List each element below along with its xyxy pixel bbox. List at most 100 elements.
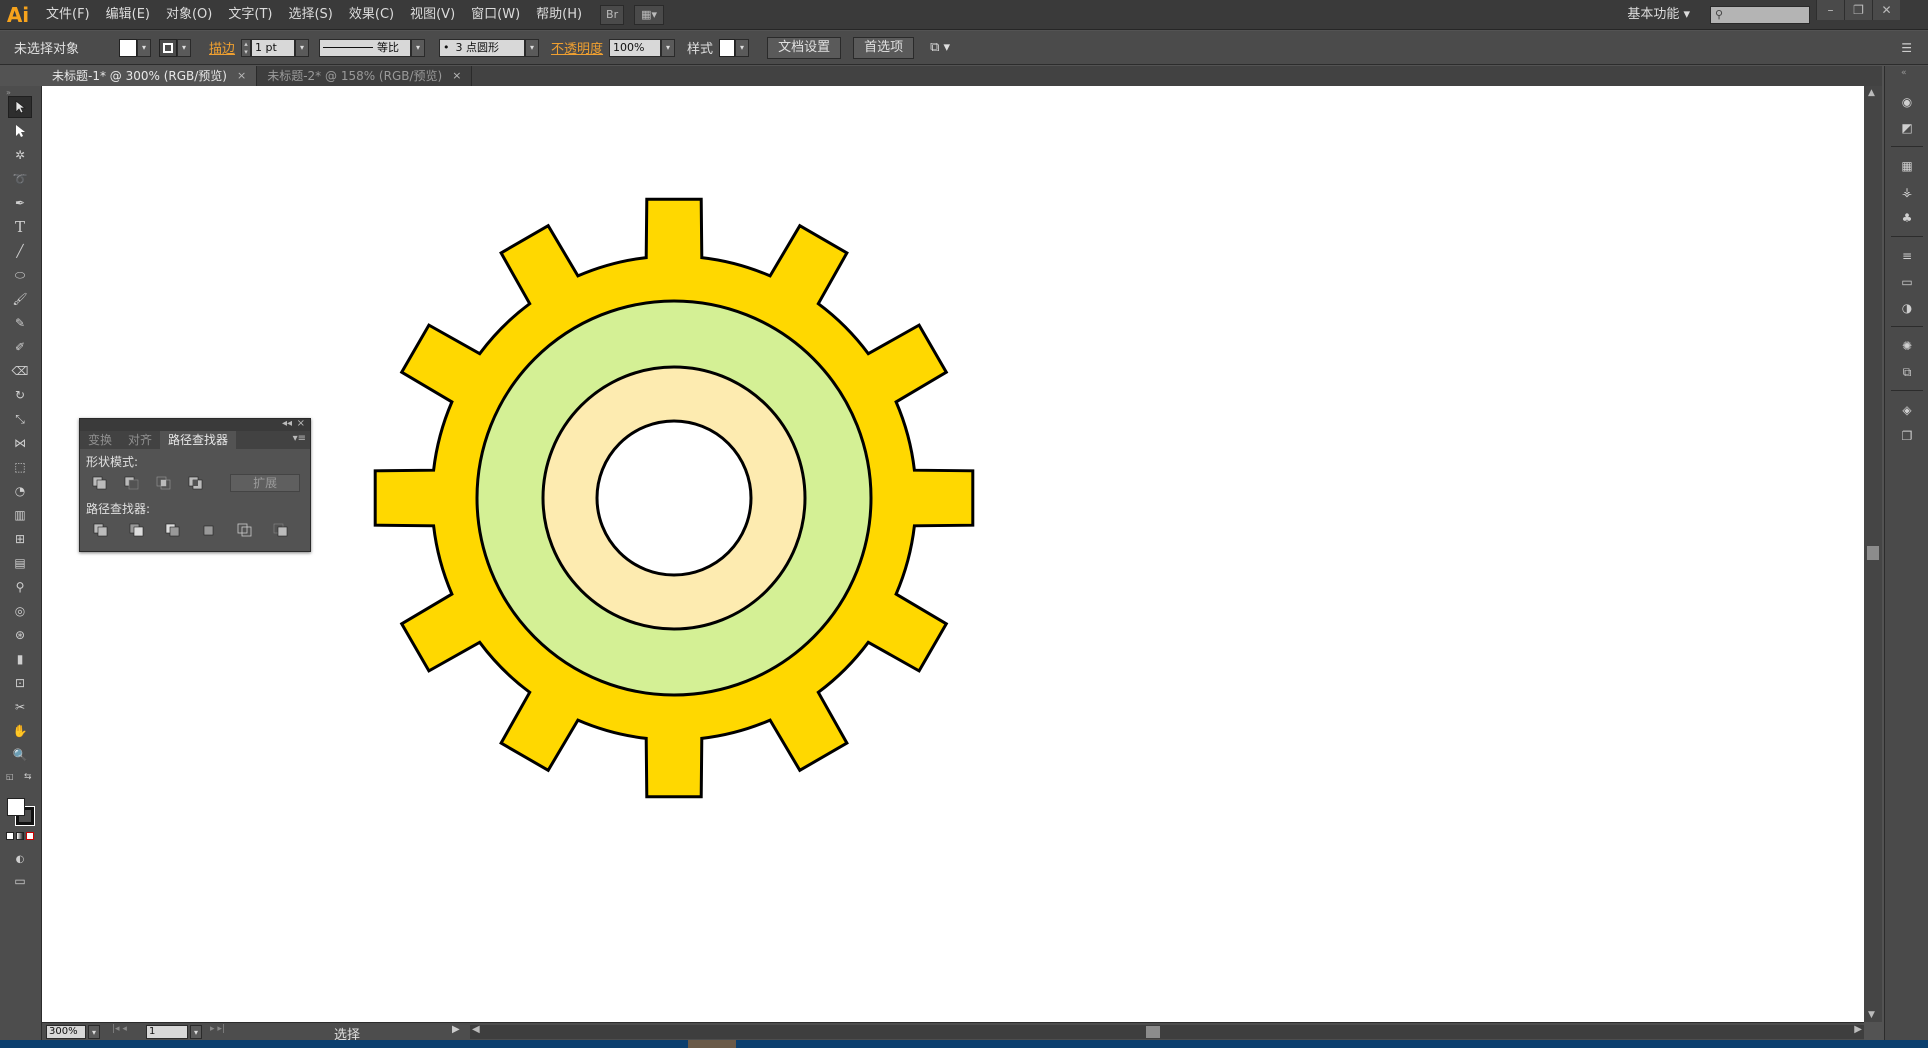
arrange-icon[interactable]: ⧉ ▾ — [924, 40, 956, 55]
stroke-dropdown[interactable]: ▾ — [177, 38, 192, 57]
free-transform-tool-icon[interactable]: ⬚ — [8, 456, 32, 478]
scroll-up-icon[interactable]: ▲ — [1868, 88, 1875, 98]
arrange-documents-icon[interactable]: ▦▾ — [634, 4, 665, 25]
menu-item-4[interactable]: 选择(S) — [280, 0, 340, 30]
artboards-panel-icon[interactable]: ❐ — [1897, 426, 1917, 446]
stroke-panel-icon[interactable]: ≡ — [1897, 246, 1917, 266]
gradient-mode-icon[interactable] — [16, 832, 24, 840]
tab-document-1[interactable]: 未标题-1* @ 300% (RGB/预览) × — [42, 66, 258, 86]
collapse-panel-icon[interactable]: ◂◂ — [282, 418, 292, 429]
workspace-switcher[interactable]: 基本功能 ▾ — [1627, 0, 1690, 30]
artboard-number-field[interactable]: 1 — [146, 1025, 188, 1039]
minus-front-icon[interactable] — [122, 474, 142, 492]
color-mode-icon[interactable] — [6, 832, 14, 840]
menu-item-6[interactable]: 视图(V) — [402, 0, 463, 30]
outline-icon[interactable] — [234, 521, 256, 539]
line-tool-icon[interactable]: ╱ — [8, 240, 32, 262]
style-dropdown[interactable]: ▾ — [735, 38, 750, 57]
bridge-icon[interactable]: Br — [600, 4, 625, 25]
menu-item-2[interactable]: 对象(O) — [158, 0, 220, 30]
eraser-tool-icon[interactable]: ⌫ — [8, 360, 32, 382]
menu-item-7[interactable]: 窗口(W) — [463, 0, 528, 30]
vertical-scrollbar[interactable]: ▲ ▼ — [1864, 86, 1882, 1022]
expand-button[interactable]: 扩展 — [230, 474, 300, 492]
scroll-left-icon[interactable]: ◀ — [472, 1024, 480, 1035]
gear-center-hole[interactable] — [595, 419, 753, 577]
minus-back-icon[interactable] — [270, 521, 292, 539]
brush-dropdown[interactable]: ▾ — [525, 38, 540, 57]
artboard-dropdown[interactable]: ▾ — [190, 1025, 202, 1039]
zoom-tool-icon[interactable]: 🔍 — [8, 744, 32, 766]
color-panel-icon[interactable]: ◉ — [1897, 92, 1917, 112]
preferences-button[interactable]: 首选项 — [853, 36, 915, 59]
restore-button[interactable]: ❐ — [1844, 0, 1872, 20]
eyedropper-tool-icon[interactable]: ⚲ — [8, 576, 32, 598]
zoom-dropdown[interactable]: ▾ — [88, 1025, 100, 1039]
dock-expand-icon[interactable]: « — [1901, 68, 1907, 78]
gear-artwork[interactable] — [42, 86, 1864, 1022]
menu-item-3[interactable]: 文字(T) — [220, 0, 280, 30]
shape-builder-tool-icon[interactable]: ◔ — [8, 480, 32, 502]
next-artboard-icon[interactable]: ▸ ▸| — [210, 1024, 225, 1034]
close-panel-icon[interactable]: × — [297, 418, 305, 429]
status-menu-arrow-icon[interactable]: ▶ — [452, 1024, 460, 1035]
graphic-styles-panel-icon[interactable]: ⧉ — [1897, 362, 1917, 382]
gradient-tool-icon[interactable]: ▤ — [8, 552, 32, 574]
document-setup-button[interactable]: 文档设置 — [767, 36, 842, 59]
paintbrush-tool-icon[interactable]: 🖌 — [8, 288, 32, 310]
close-icon[interactable]: × — [237, 66, 246, 86]
crop-icon[interactable] — [198, 521, 220, 539]
symbol-sprayer-tool-icon[interactable]: ⊛ — [8, 624, 32, 646]
transparency-panel-icon[interactable]: ◑ — [1897, 298, 1917, 318]
horizontal-scrollbar[interactable]: ◀ ▶ — [470, 1024, 1864, 1039]
brushes-panel-icon[interactable]: ⚶ — [1897, 182, 1917, 202]
swatches-panel-icon[interactable]: ▦ — [1897, 156, 1917, 176]
exclude-icon[interactable] — [186, 474, 206, 492]
opacity-field[interactable]: 100% — [609, 38, 662, 57]
unite-icon[interactable] — [90, 474, 110, 492]
hand-tool-icon[interactable]: ✋ — [8, 720, 32, 742]
appearance-panel-icon[interactable]: ✺ — [1897, 336, 1917, 356]
stroke-profile-dropdown[interactable]: ▾ — [411, 38, 426, 57]
panel-menu-icon[interactable]: ☰ — [1901, 41, 1912, 55]
style-swatch[interactable] — [719, 38, 736, 57]
stroke-profile-field[interactable]: 等比 — [319, 38, 412, 57]
selection-tool-icon[interactable] — [8, 96, 32, 118]
width-tool-icon[interactable]: ⋈ — [8, 432, 32, 454]
pen-tool-icon[interactable]: ✒ — [8, 192, 32, 214]
column-graph-tool-icon[interactable]: ▮ — [8, 648, 32, 670]
divide-icon[interactable] — [90, 521, 112, 539]
stroke-weight-dropdown[interactable]: ▾ — [295, 38, 310, 57]
fill-dropdown[interactable]: ▾ — [137, 38, 152, 57]
slice-tool-icon[interactable]: ✂ — [8, 696, 32, 718]
merge-icon[interactable] — [162, 521, 184, 539]
perspective-grid-tool-icon[interactable]: ▥ — [8, 504, 32, 526]
scroll-down-icon[interactable]: ▼ — [1868, 1010, 1875, 1020]
gradient-panel-icon[interactable]: ▭ — [1897, 272, 1917, 292]
close-window-button[interactable]: ✕ — [1872, 0, 1900, 20]
brush-field[interactable]: • 3 点圆形 — [439, 38, 526, 57]
panel-title-bar[interactable]: ◂◂ × — [80, 418, 310, 431]
taskbar-item[interactable] — [688, 1040, 736, 1048]
lasso-tool-icon[interactable]: ➰ — [8, 168, 32, 190]
none-mode-icon[interactable] — [26, 832, 34, 840]
scroll-right-icon[interactable]: ▶ — [1854, 1024, 1862, 1035]
direct-selection-tool-icon[interactable] — [8, 120, 32, 142]
tab-transform[interactable]: 变换 — [80, 431, 120, 449]
menu-item-5[interactable]: 效果(C) — [341, 0, 402, 30]
artboard-tool-icon[interactable]: ⊡ — [8, 672, 32, 694]
panel-menu-icon[interactable]: ▾≡ — [293, 433, 306, 444]
swap-colors-icon[interactable]: ⇆ — [24, 772, 32, 782]
tab-align[interactable]: 对齐 — [120, 431, 160, 449]
minimize-button[interactable]: – — [1816, 0, 1844, 20]
default-colors-icon[interactable]: ◱ — [6, 772, 14, 781]
stroke-weight-field[interactable]: 1 pt — [251, 38, 296, 57]
first-artboard-icon[interactable]: |◂ ◂ — [112, 1024, 127, 1034]
menu-item-0[interactable]: 文件(F) — [38, 0, 98, 30]
scale-tool-icon[interactable]: ⤡ — [8, 408, 32, 430]
opacity-dropdown[interactable]: ▾ — [661, 38, 676, 57]
trim-icon[interactable] — [126, 521, 148, 539]
screen-mode-icon[interactable]: ▭ — [8, 870, 32, 892]
close-icon[interactable]: × — [452, 66, 461, 86]
menu-item-8[interactable]: 帮助(H) — [528, 0, 590, 30]
